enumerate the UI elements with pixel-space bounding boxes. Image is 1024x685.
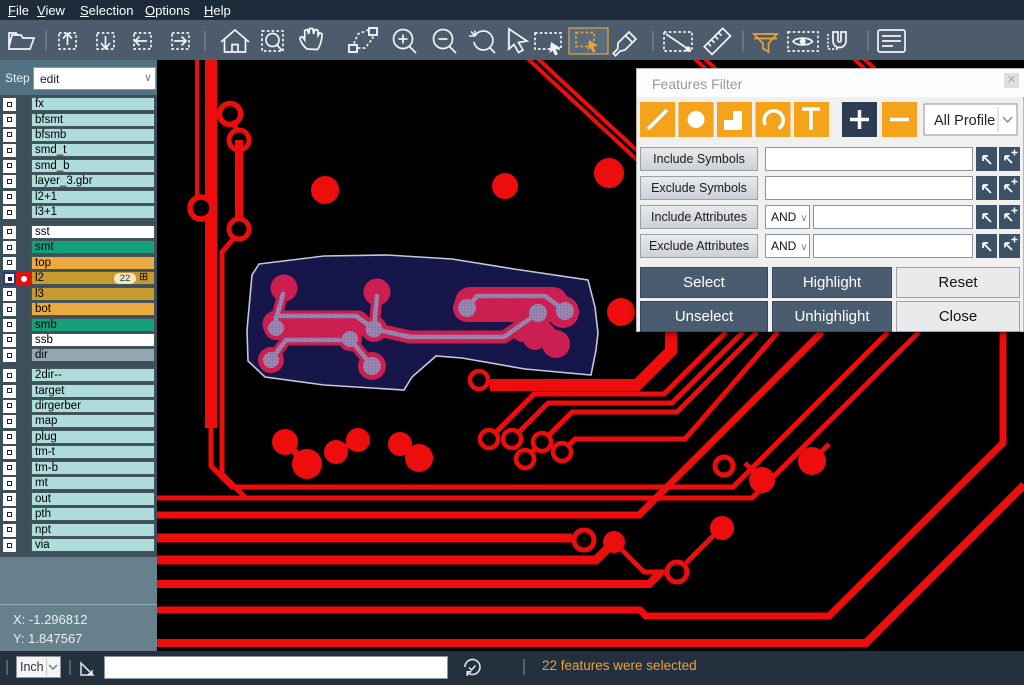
svg-text:All Profile: All Profile	[934, 113, 995, 129]
